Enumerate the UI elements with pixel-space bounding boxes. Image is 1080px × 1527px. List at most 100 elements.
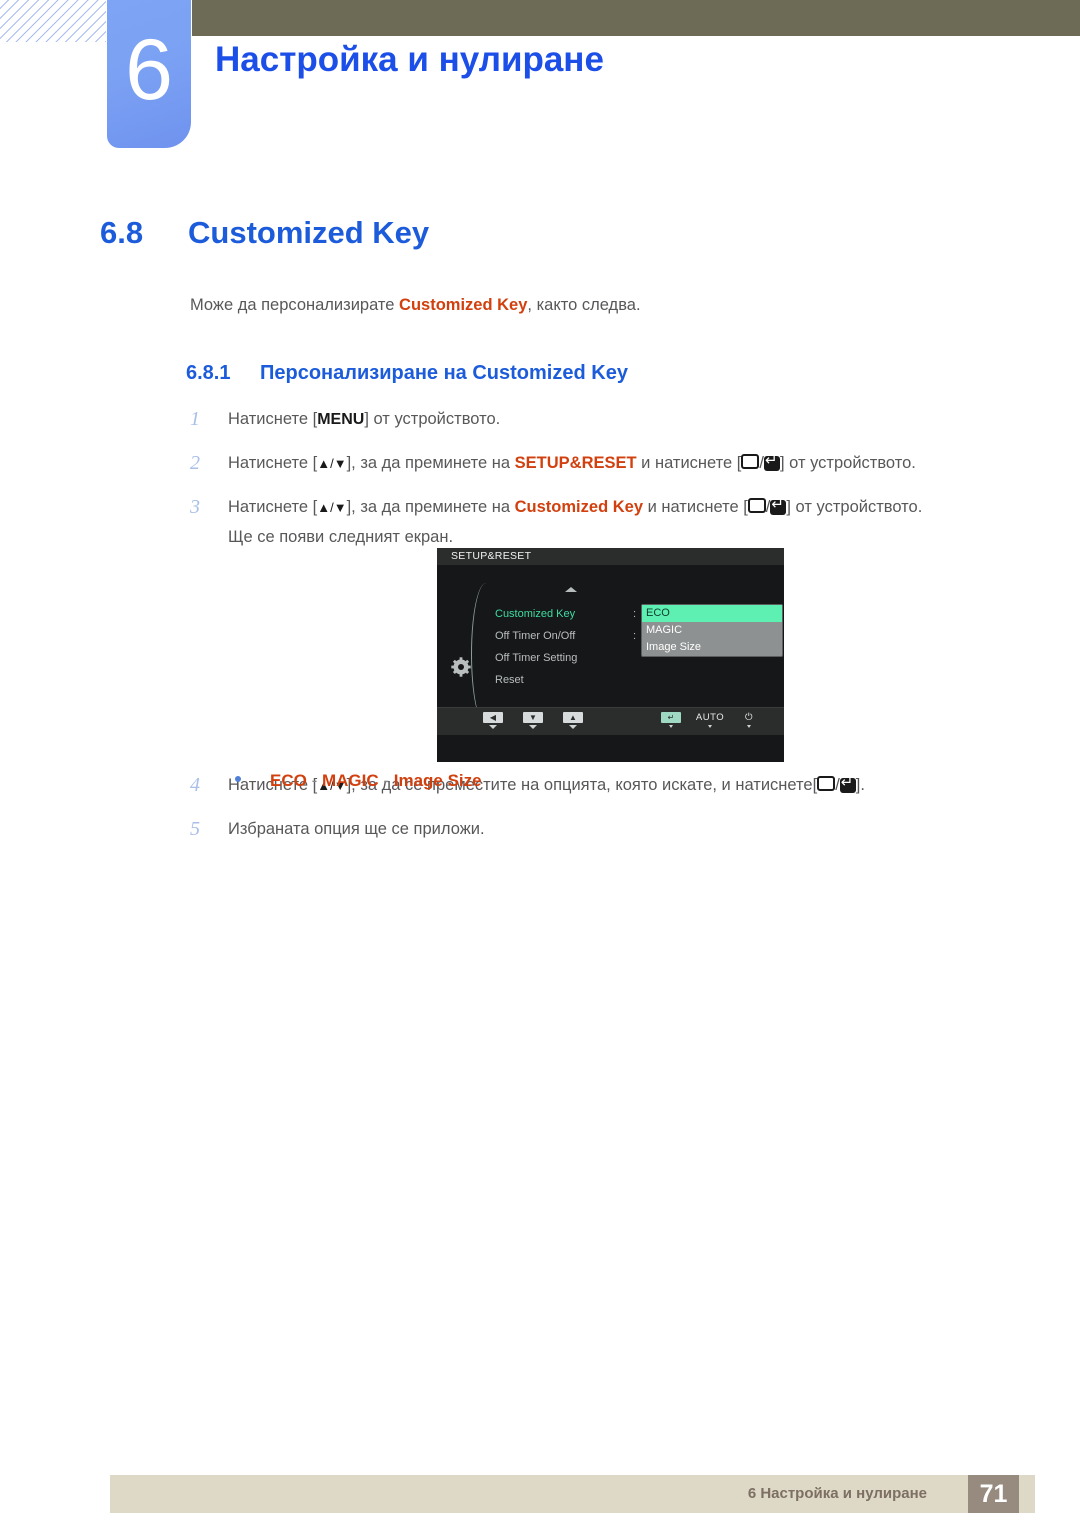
step-text-run: ], за да преминете на	[346, 454, 515, 472]
inline-highlight: Customized Key	[514, 498, 643, 516]
step-text: Натиснете [▲/▼], за да преминете на Cust…	[228, 496, 1050, 550]
section-heading: 6.8 Customized Key	[100, 215, 429, 251]
bullet-option-magic: MAGIC	[321, 771, 379, 790]
step-text-run: Натиснете [	[228, 454, 318, 472]
key-label: MENU	[317, 411, 365, 428]
osd-button-tick-icon	[569, 725, 577, 729]
intro-text-before: Може да персонализирате	[190, 296, 400, 314]
osd-menu-screenshot: SETUP&RESET Customized Key Off Timer On/…	[437, 548, 784, 762]
osd-button-tick-icon	[669, 725, 673, 728]
updown-arrow-icon: ▲/▼	[317, 500, 347, 515]
enter-button-icon	[770, 497, 787, 515]
step-spacer	[190, 854, 1050, 862]
step-text-run: ].	[855, 775, 865, 794]
osd-button-tick-icon	[489, 725, 497, 729]
osd-menu-item-off-timer-setting[interactable]: Off Timer Setting	[495, 647, 625, 669]
osd-menu-item-off-timer-on-off[interactable]: Off Timer On/Off	[495, 625, 625, 647]
step-text-run: и натиснете [	[643, 498, 748, 516]
up-arrow-icon: ▲	[563, 712, 583, 723]
osd-menu-item-reset[interactable]: Reset	[495, 669, 625, 691]
step-text-run: ] от устройството.	[364, 410, 501, 428]
enter-button-icon	[763, 453, 780, 471]
step-text-run: ] от устройството.	[779, 454, 916, 472]
page-footer-bar: 6 Настройка и нулиране 71	[110, 1475, 1035, 1513]
section-intro-paragraph: Може да персонализирате Customized Key, …	[190, 296, 641, 315]
step-text: Натиснете [▲/▼], за да преминете на SETU…	[228, 452, 1050, 476]
osd-button-down-arrow[interactable]: ▼	[521, 712, 545, 729]
osd-button-tick-icon	[529, 725, 537, 729]
step-text-run: Натиснете [	[228, 410, 318, 428]
osd-button-tick-icon	[747, 725, 751, 728]
step-text-run: и натиснете [	[636, 454, 742, 472]
down-arrow-icon: ▼	[523, 712, 543, 723]
step-item: 3 Натиснете [▲/▼], за да преминете на Cus…	[190, 496, 1050, 550]
page-number-badge: 71	[968, 1475, 1019, 1513]
step-text: Натиснете [MENU] от устройството.	[228, 408, 1050, 432]
section-number: 6.8	[100, 215, 144, 250]
step-number: 1	[190, 408, 200, 430]
osd-title: SETUP&RESET	[437, 548, 784, 565]
chapter-title: Настройка и нулиране	[215, 40, 604, 79]
osd-button-enter[interactable]: ↵	[659, 712, 683, 728]
section-title: Customized Key	[188, 215, 430, 250]
osd-button-auto[interactable]: AUTO	[693, 712, 727, 728]
bullet-separator: -	[306, 771, 322, 790]
scroll-up-arrow-icon	[565, 587, 577, 592]
osd-value-eco[interactable]: ECO	[642, 605, 782, 622]
osd-button-left-arrow[interactable]: ◀	[481, 712, 505, 729]
step-number: 3	[190, 496, 200, 518]
enter-button-icon	[839, 775, 856, 793]
rect-button-icon	[747, 498, 766, 513]
step-spacer	[190, 488, 1050, 496]
bullet-option-image-size: Image Size	[393, 771, 482, 790]
step-number: 2	[190, 452, 200, 474]
rect-button-icon	[817, 775, 836, 791]
step-continuation-text: Ще се появи следният екран.	[228, 527, 454, 546]
intro-highlight: Customized Key	[399, 296, 528, 314]
bullet-option-eco: ECO	[270, 771, 307, 790]
enter-icon: ↵	[661, 712, 681, 723]
rect-button-icon	[741, 454, 760, 469]
osd-body: Customized Key Off Timer On/Off Off Timer …	[437, 565, 784, 735]
options-bullet-line: ECO - MAGIC - Image Size	[235, 771, 482, 791]
osd-menu-item-list: Customized Key Off Timer On/Off Off Timer …	[495, 603, 625, 691]
step-item: 2 Натиснете [▲/▼], за да преминете на SET…	[190, 452, 1050, 488]
subsection-title: Персонализиране на Customized Key	[260, 362, 628, 384]
osd-button-tick-icon	[708, 725, 712, 728]
osd-colon	[633, 669, 643, 691]
chapter-number-tab: 6	[107, 0, 191, 148]
osd-button-bar: ◀ ▼ ▲ ↵ AUTO ⏻	[437, 707, 784, 735]
osd-value-image-size[interactable]: Image Size	[642, 639, 782, 656]
bullet-separator: -	[378, 771, 394, 790]
power-icon: ⏻	[744, 712, 753, 723]
step-spacer	[190, 810, 1050, 818]
osd-button-up-arrow[interactable]: ▲	[561, 712, 585, 729]
bullet-dot-icon	[235, 776, 241, 782]
osd-decorative-curve	[471, 583, 496, 725]
step-text-run: Натиснете [	[228, 498, 318, 516]
subsection-number: 6.8.1	[186, 362, 231, 384]
osd-value-magic[interactable]: MAGIC	[642, 622, 782, 639]
gear-icon	[451, 657, 471, 677]
step-spacer	[190, 444, 1050, 452]
decorative-hatch-pattern	[0, 0, 106, 42]
step-item: 1 Натиснете [MENU] от устройството.	[190, 408, 1050, 444]
step-number: 4	[190, 773, 200, 796]
osd-value-dropdown[interactable]: ECO MAGIC Image Size	[642, 605, 782, 656]
header-olive-bar	[192, 0, 1080, 36]
inline-highlight: SETUP&RESET	[514, 454, 637, 472]
step-text-run: ], за да преминете на	[346, 498, 515, 516]
updown-arrow-icon: ▲/▼	[317, 456, 347, 471]
osd-menu-item-customized-key[interactable]: Customized Key	[495, 603, 625, 625]
left-arrow-icon: ◀	[483, 712, 503, 723]
footer-chapter-label: 6 Настройка и нулиране	[747, 1485, 927, 1502]
auto-icon: AUTO	[695, 712, 725, 723]
step-text-run: Избраната опция ще се приложи.	[228, 819, 485, 838]
step-text: Избраната опция ще се приложи.	[228, 818, 1050, 842]
step-text-run: ] от устройството.	[786, 498, 923, 516]
osd-button-power[interactable]: ⏻	[737, 712, 761, 728]
subsection-heading: 6.8.1 Персонализиране на Customized Key	[186, 362, 628, 385]
intro-text-after: , както следва.	[527, 296, 641, 314]
step-item: 5 Избраната опция ще се приложи.	[190, 818, 1050, 854]
step-number: 5	[190, 817, 200, 840]
